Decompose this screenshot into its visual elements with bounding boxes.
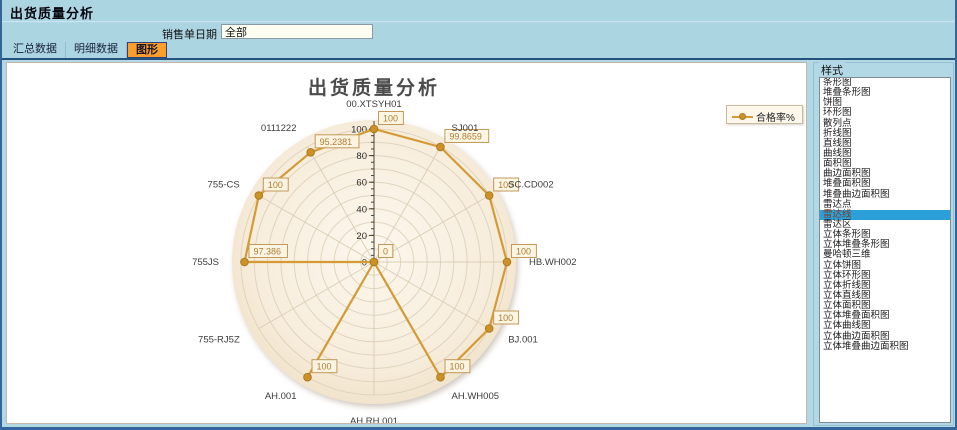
value-label: 100 <box>268 180 283 190</box>
data-point-marker <box>304 373 312 381</box>
category-label: HB.WH002 <box>529 257 577 268</box>
category-label: 755-RJ5Z <box>198 335 240 346</box>
axis-tick-label: 20 <box>356 231 367 242</box>
tab-graph[interactable]: 图形 <box>127 42 167 58</box>
radar-chart: 02040608010010099.8659100100100100010009… <box>7 63 806 423</box>
style-list-item[interactable]: 曼哈顿三维 <box>820 250 950 260</box>
axis-tick-label: 80 <box>356 151 367 162</box>
category-label: SJ001 <box>452 123 479 134</box>
category-label: AH.RH.001 <box>350 416 398 423</box>
data-point-marker <box>255 192 263 200</box>
data-point-marker <box>485 192 493 200</box>
value-label: 100 <box>516 247 531 257</box>
date-filter-label: 销售单日期 <box>154 26 217 42</box>
window-title-bar: 出货质量分析 <box>2 0 955 22</box>
value-label: 97.386 <box>253 247 281 257</box>
filter-bar: 销售单日期 <box>2 23 955 42</box>
data-point-marker <box>503 258 511 266</box>
value-label: 100 <box>383 114 398 124</box>
value-label: 0 <box>383 247 388 257</box>
tab-summary-data[interactable]: 汇总数据 <box>5 42 66 58</box>
page-title: 出货质量分析 <box>10 3 94 22</box>
style-list-item[interactable]: 立体曲线图 <box>820 321 950 331</box>
value-label: 95.2381 <box>320 137 353 147</box>
data-point-marker <box>241 258 249 266</box>
chart-style-listbox[interactable]: 条形图堆叠条形图饼图环形图散列点折线图直线图曲线图面积图曲边面积图堆叠面积图堆叠… <box>819 77 951 423</box>
category-label: AH.WH005 <box>452 391 500 402</box>
data-point-marker <box>307 149 315 157</box>
data-point-marker <box>370 125 378 133</box>
style-panel-title: 样式 <box>819 62 845 78</box>
category-label: 00.XTSYH01 <box>346 99 401 110</box>
style-panel: 样式 条形图堆叠条形图饼图环形图散列点折线图直线图曲线图面积图曲边面积图堆叠面积… <box>813 62 954 426</box>
tab-bar: 汇总数据明细数据图形 <box>2 42 955 58</box>
value-label: 100 <box>498 313 513 323</box>
axis-tick-label: 40 <box>356 204 367 215</box>
axis-tick-label: 60 <box>356 178 367 189</box>
chart-panel: 出货质量分析 合格率% 02040608010010099.8659100100… <box>6 62 807 424</box>
tab-detail-data[interactable]: 明细数据 <box>66 42 127 58</box>
category-label: BJ.001 <box>508 335 538 346</box>
value-label: 100 <box>317 362 332 372</box>
content-area: 出货质量分析 合格率% 02040608010010099.8659100100… <box>2 58 955 427</box>
category-label: 755-CS <box>208 180 240 191</box>
data-point-marker <box>437 143 445 151</box>
data-point-marker <box>437 373 445 381</box>
value-label: 100 <box>450 362 465 372</box>
app-window: 出货质量分析 销售单日期 汇总数据明细数据图形 出货质量分析 合格率% 0204… <box>0 0 957 430</box>
data-point-marker <box>370 258 378 266</box>
category-label: SC.CD002 <box>508 180 553 191</box>
category-label: AH.001 <box>265 391 297 402</box>
data-point-marker <box>485 325 493 333</box>
category-label: 755JS <box>192 257 219 268</box>
date-filter-input[interactable] <box>221 24 373 39</box>
style-list-item[interactable]: 立体堆叠曲边面积图 <box>820 342 950 352</box>
category-label: 0111222 <box>261 123 297 134</box>
